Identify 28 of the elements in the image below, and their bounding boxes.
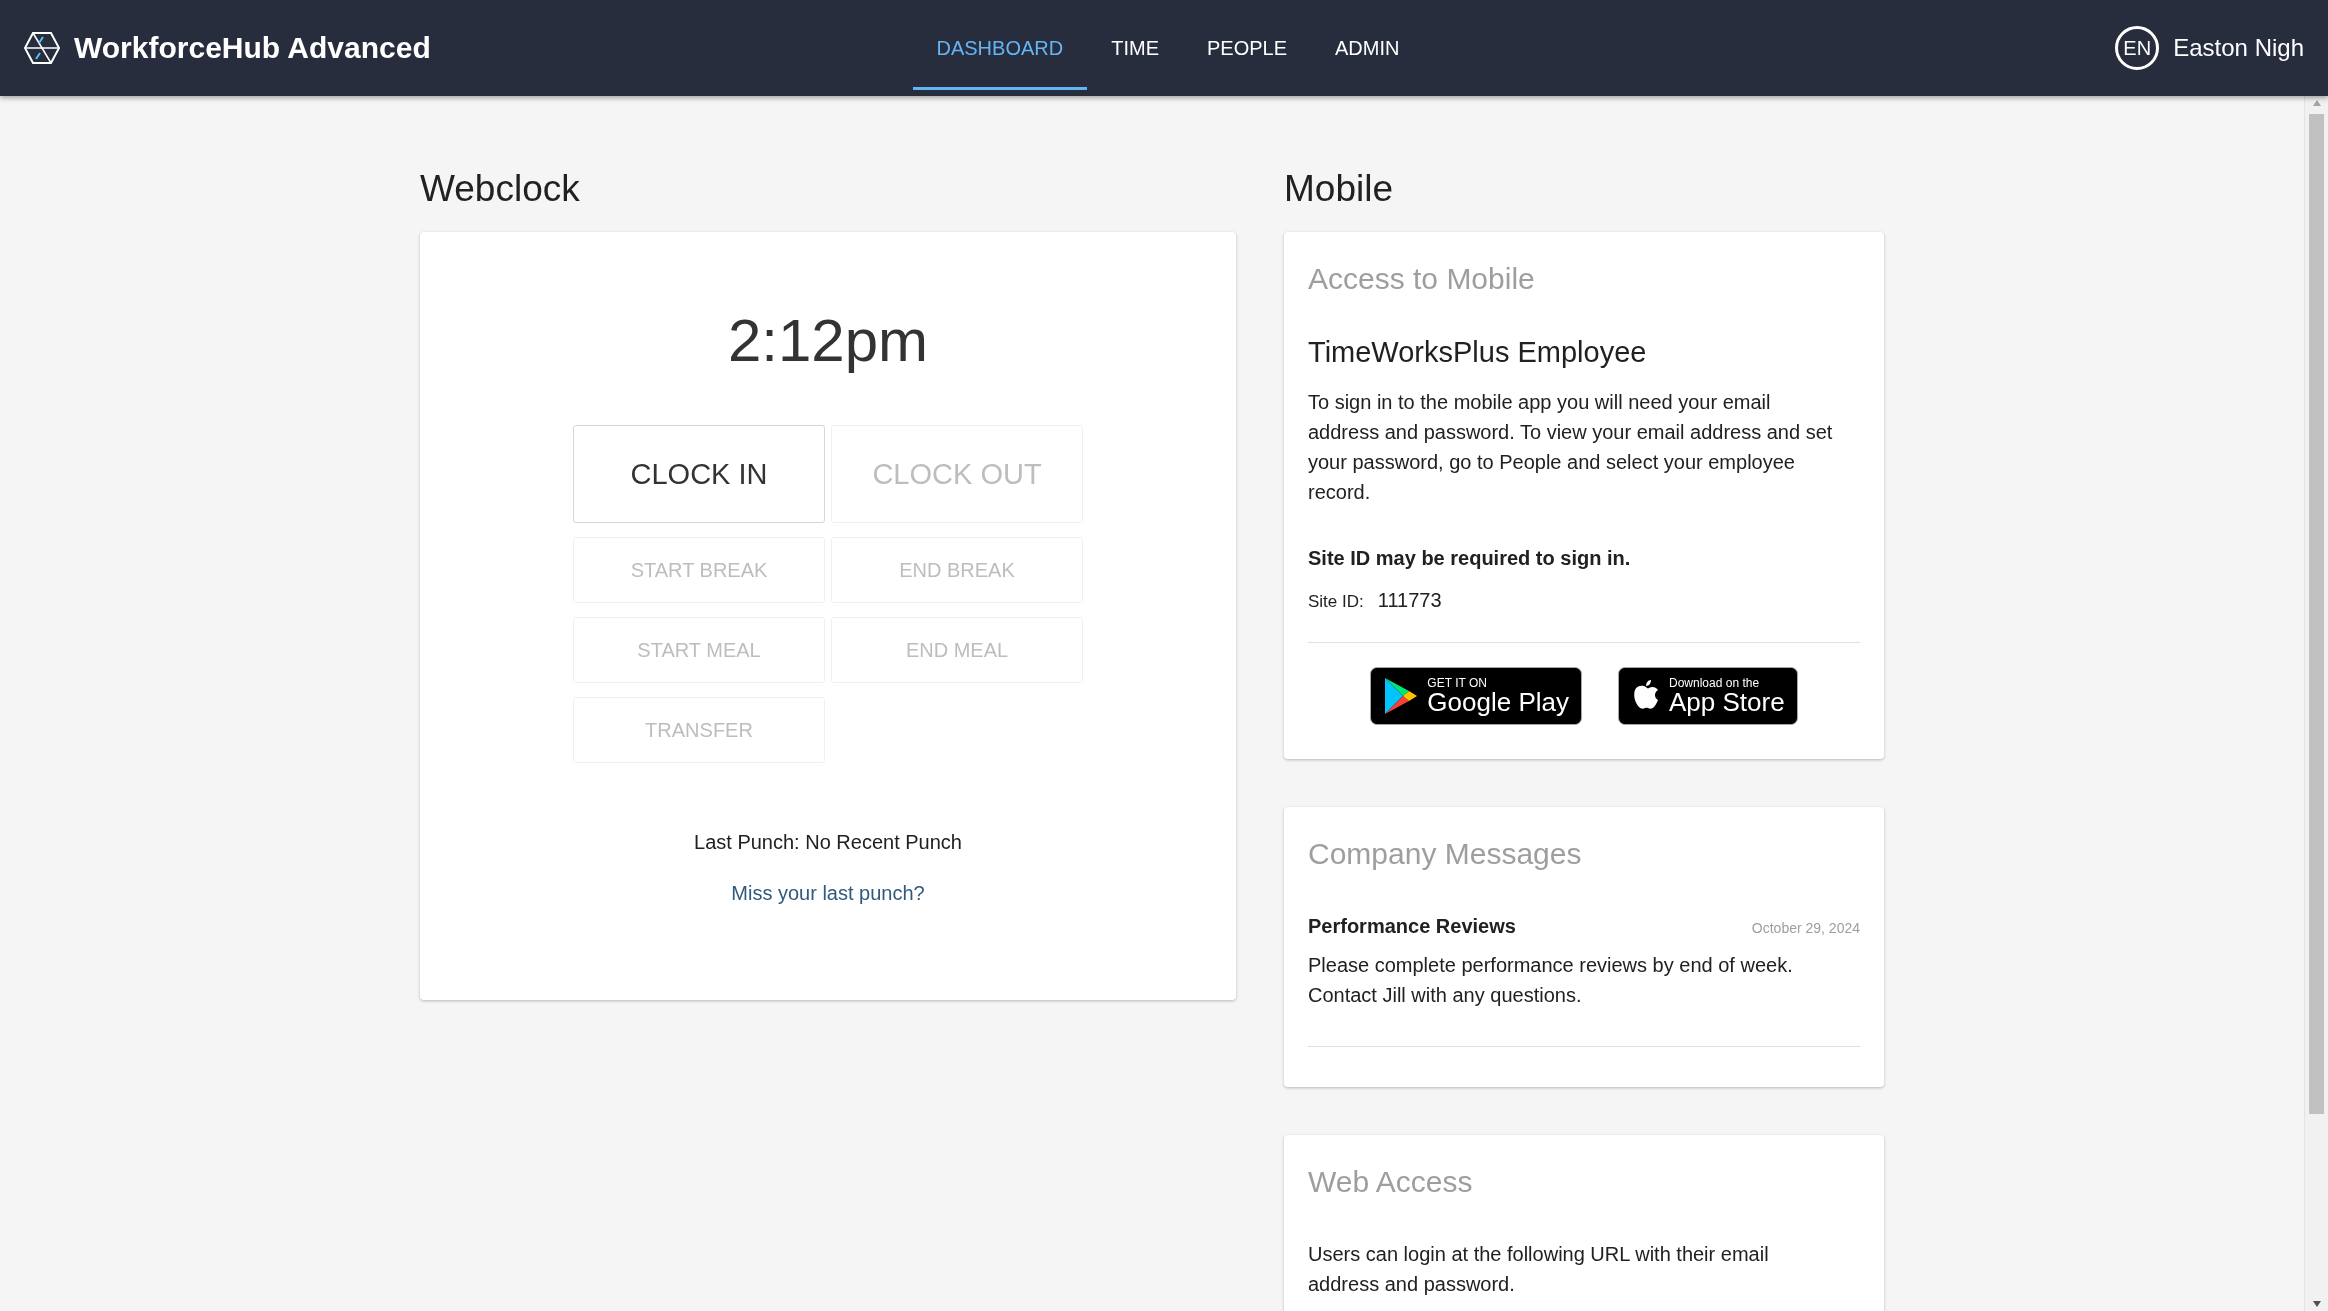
card-title: Access to Mobile [1308,262,1536,296]
user-avatar[interactable]: EN [2115,26,2160,70]
nav-tab[interactable]: ADMIN [1311,9,1424,90]
nav-tab[interactable]: TIME [1087,9,1183,90]
google-play-badge[interactable]: GET IT ON Google Play [1370,667,1582,725]
web-access-text: Users can login at the following URL with their email address and password. [1308,1242,1770,1297]
nav-tab[interactable]: DASHBOARD [912,9,1088,90]
section-heading: Webclock [420,168,581,210]
site-id-value: 111773 [1377,589,1442,612]
message-body: Please complete performance reviews by end of week. Contact Jill with any questions. [1308,953,1794,1008]
punch-button[interactable]: CLOCK IN [573,425,825,523]
hexagon-logo-icon [24,30,60,66]
app-name: TimeWorksPlus Employee [1308,336,1648,369]
mobile-instructions: To sign in to the mobile app you will need your email address and password. To view your email address and set your password, go to People and select your employee record. [1308,390,1834,505]
card-title: Web Access [1308,1165,1474,1199]
current-time: 2:12pm [727,306,929,375]
app-store-badge[interactable]: Download on the App Store [1618,667,1798,725]
missed-punch-link[interactable]: Miss your last punch? [731,882,925,905]
last-punch-text: Last Punch: No Recent Punch [694,831,962,854]
card-title: Company Messages [1308,837,1583,871]
site-id-note: Site ID may be required to sign in. [1308,546,1632,571]
user-name[interactable]: Easton Nigh [2173,34,2304,62]
nav-tab[interactable]: PEOPLE [1183,9,1312,90]
message-title: Performance Reviews [1308,915,1516,938]
app-title: WorkforceHub Advanced [74,31,431,65]
section-heading: Mobile [1284,168,1394,210]
site-id-label: Site ID: [1308,592,1364,612]
message-date: October 29, 2024 [1751,920,1860,936]
